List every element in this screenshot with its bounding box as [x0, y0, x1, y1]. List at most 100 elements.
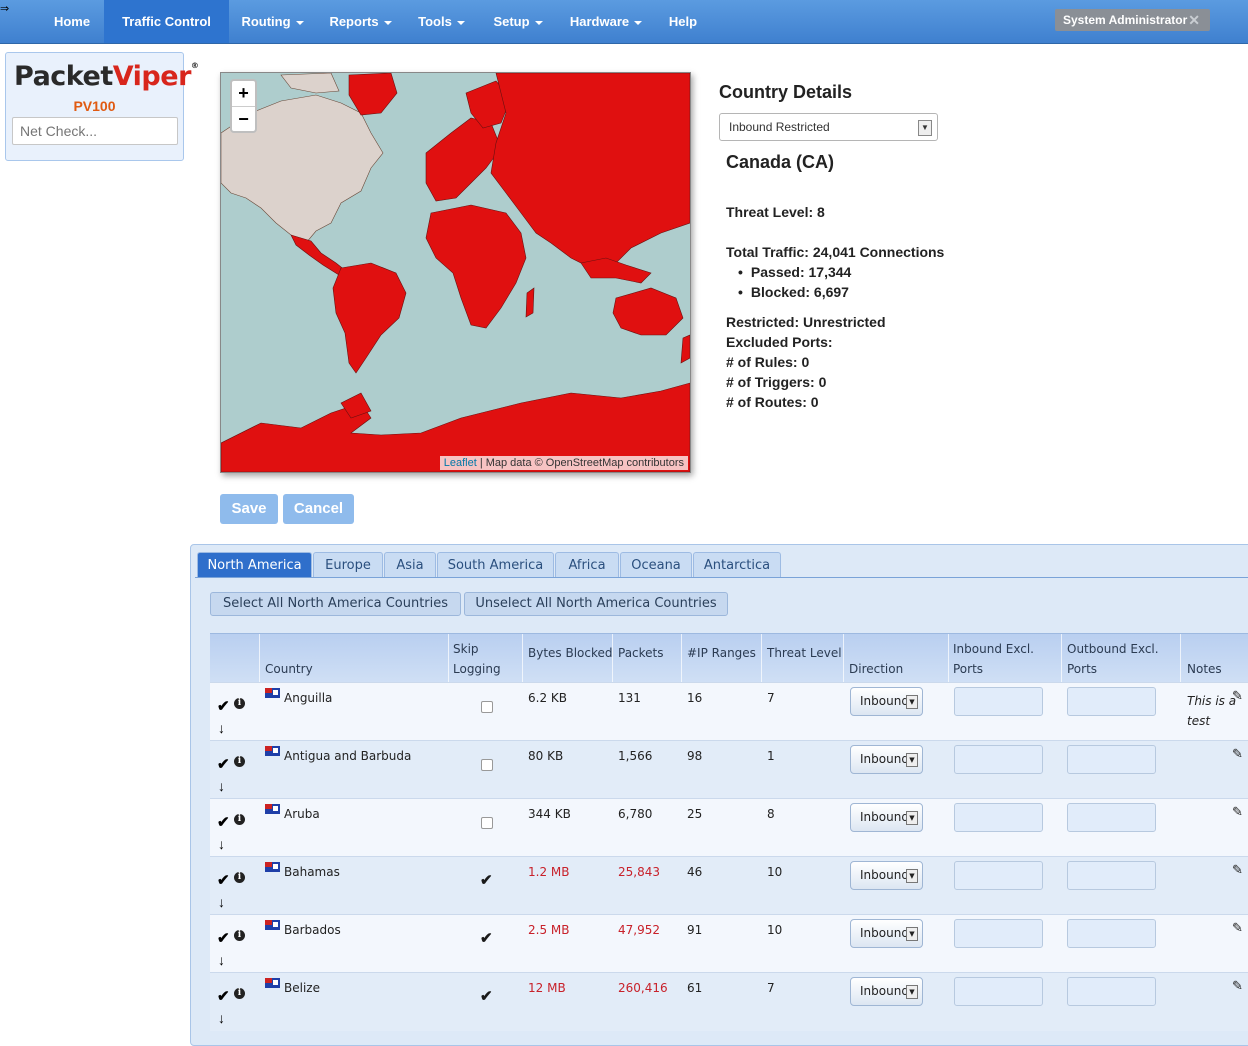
outbound-excl-ports-input[interactable]: [1067, 745, 1156, 774]
arrow-down-icon[interactable]: ↓: [218, 778, 225, 794]
header-outbound-excl[interactable]: Outbound Excl.: [1067, 642, 1159, 656]
restriction-filter-select[interactable]: Inbound Restricted ▼: [719, 113, 938, 141]
world-map[interactable]: + − Leaflet | Map data © OpenStreetMap c…: [220, 72, 691, 473]
zoom-in-button[interactable]: +: [232, 81, 255, 107]
direction-select[interactable]: Inbound ▼: [850, 803, 923, 832]
info-icon[interactable]: i: [234, 814, 245, 825]
country-name[interactable]: Belize: [284, 981, 320, 995]
direction-select[interactable]: Inbound ▼: [850, 687, 923, 716]
skip-logging-checkbox[interactable]: ✔: [480, 929, 493, 947]
outbound-excl-ports-input[interactable]: [1067, 687, 1156, 716]
header-inbound-excl[interactable]: Inbound Excl.: [953, 642, 1034, 656]
nav-traffic-control[interactable]: Traffic Control: [104, 0, 229, 43]
direction-select[interactable]: Inbound ▼: [850, 861, 923, 890]
arrow-down-icon[interactable]: ↓: [218, 836, 225, 852]
direction-select[interactable]: Inbound ▼: [850, 745, 923, 774]
edit-icon[interactable]: ✎: [1232, 862, 1243, 878]
unselect-all-countries-button[interactable]: Unselect All North America Countries: [464, 592, 728, 616]
threat-level: 1: [767, 749, 775, 763]
info-icon[interactable]: i: [234, 698, 245, 709]
edit-icon[interactable]: ✎: [1232, 978, 1243, 994]
edit-icon[interactable]: ✎: [1232, 688, 1243, 704]
header-country[interactable]: Country: [265, 662, 313, 676]
map-canvas[interactable]: [221, 73, 690, 472]
outbound-excl-ports-input[interactable]: [1067, 803, 1156, 832]
header-packets[interactable]: Packets: [618, 646, 664, 660]
header-direction[interactable]: Direction: [849, 662, 903, 676]
direction-select[interactable]: Inbound ▼: [850, 919, 923, 948]
inbound-excl-ports-input[interactable]: [954, 745, 1043, 774]
arrow-down-icon[interactable]: ↓: [218, 720, 225, 736]
row-select-checkbox[interactable]: ✔: [217, 697, 230, 715]
nav-home[interactable]: Home: [40, 0, 104, 43]
outbound-excl-ports-input[interactable]: [1067, 919, 1156, 948]
country-name[interactable]: Bahamas: [284, 865, 340, 879]
row-select-checkbox[interactable]: ✔: [217, 987, 230, 1005]
direction-select[interactable]: Inbound ▼: [850, 977, 923, 1006]
tab-oceana[interactable]: Oceana: [620, 552, 692, 578]
inbound-excl-ports-input[interactable]: [954, 803, 1043, 832]
nav-setup[interactable]: Setup: [478, 0, 558, 43]
edit-icon[interactable]: ✎: [1232, 804, 1243, 820]
skip-logging-checkbox[interactable]: ✔: [480, 987, 493, 1005]
user-menu[interactable]: System Administrator ✕: [1055, 9, 1210, 31]
info-icon[interactable]: i: [234, 988, 245, 999]
inbound-excl-ports-input[interactable]: [954, 861, 1043, 890]
header-outbound-excl[interactable]: Ports: [1067, 662, 1097, 676]
flag-icon: [265, 862, 280, 872]
nav-tools[interactable]: Tools: [405, 0, 478, 43]
info-icon[interactable]: i: [234, 756, 245, 767]
nav-reports[interactable]: Reports: [316, 0, 405, 43]
net-check-input[interactable]: [12, 117, 178, 145]
row-select-checkbox[interactable]: ✔: [217, 813, 230, 831]
skip-logging-checkbox[interactable]: [481, 759, 493, 771]
country-name[interactable]: Anguilla: [284, 691, 332, 705]
inbound-excl-ports-input[interactable]: [954, 687, 1043, 716]
cancel-button[interactable]: Cancel: [283, 494, 354, 524]
row-select-checkbox[interactable]: ✔: [217, 755, 230, 773]
close-icon[interactable]: ✕: [1188, 9, 1200, 31]
arrow-down-icon[interactable]: ↓: [218, 1010, 225, 1026]
arrow-down-icon[interactable]: ↓: [218, 894, 225, 910]
country-name[interactable]: Barbados: [284, 923, 341, 937]
row-select-checkbox[interactable]: ✔: [217, 871, 230, 889]
zoom-out-button[interactable]: −: [232, 107, 255, 132]
save-button[interactable]: Save: [220, 494, 278, 524]
tab-europe[interactable]: Europe: [313, 552, 383, 578]
header-divider: [843, 634, 844, 682]
row-select-checkbox[interactable]: ✔: [217, 929, 230, 947]
nav-help[interactable]: Help: [654, 0, 712, 43]
info-icon[interactable]: i: [234, 930, 245, 941]
header-skip-logging[interactable]: Logging: [453, 662, 501, 676]
tab-south-america[interactable]: South America: [437, 552, 554, 578]
arrow-down-icon[interactable]: ↓: [218, 952, 225, 968]
dropdown-arrow-icon: ▼: [918, 120, 932, 136]
edit-icon[interactable]: ✎: [1232, 746, 1243, 762]
header-inbound-excl[interactable]: Ports: [953, 662, 983, 676]
country-name[interactable]: Antigua and Barbuda: [284, 749, 411, 763]
inbound-excl-ports-input[interactable]: [954, 919, 1043, 948]
nav-hardware[interactable]: Hardware: [558, 0, 654, 43]
skip-logging-checkbox[interactable]: [481, 817, 493, 829]
header-skip-logging[interactable]: Skip: [453, 642, 479, 656]
select-all-countries-button[interactable]: Select All North America Countries: [210, 592, 461, 616]
header-notes[interactable]: Notes: [1187, 662, 1222, 676]
nav-routing[interactable]: Routing: [229, 0, 316, 43]
edit-icon[interactable]: ✎: [1232, 920, 1243, 936]
tab-africa[interactable]: Africa: [555, 552, 619, 578]
info-icon[interactable]: i: [234, 872, 245, 883]
skip-logging-checkbox[interactable]: [481, 701, 493, 713]
outbound-excl-ports-input[interactable]: [1067, 861, 1156, 890]
tab-antarctica[interactable]: Antarctica: [693, 552, 781, 578]
inbound-excl-ports-input[interactable]: [954, 977, 1043, 1006]
header-bytes-blocked[interactable]: Bytes Blocked: [528, 646, 613, 660]
tab-asia[interactable]: Asia: [384, 552, 436, 578]
skip-logging-checkbox[interactable]: ✔: [480, 871, 493, 889]
tab-north-america[interactable]: North America: [197, 552, 312, 578]
leaflet-link[interactable]: Leaflet: [444, 457, 477, 469]
header-threat-level[interactable]: Threat Level: [767, 646, 842, 660]
country-name[interactable]: Aruba: [284, 807, 320, 821]
outbound-excl-ports-input[interactable]: [1067, 977, 1156, 1006]
header-ip-ranges[interactable]: #IP Ranges: [687, 646, 756, 660]
table-row: ✔ i ↓ Barbados ✔ 2.5 MB 47,952 91 10 Inb…: [210, 914, 1248, 973]
